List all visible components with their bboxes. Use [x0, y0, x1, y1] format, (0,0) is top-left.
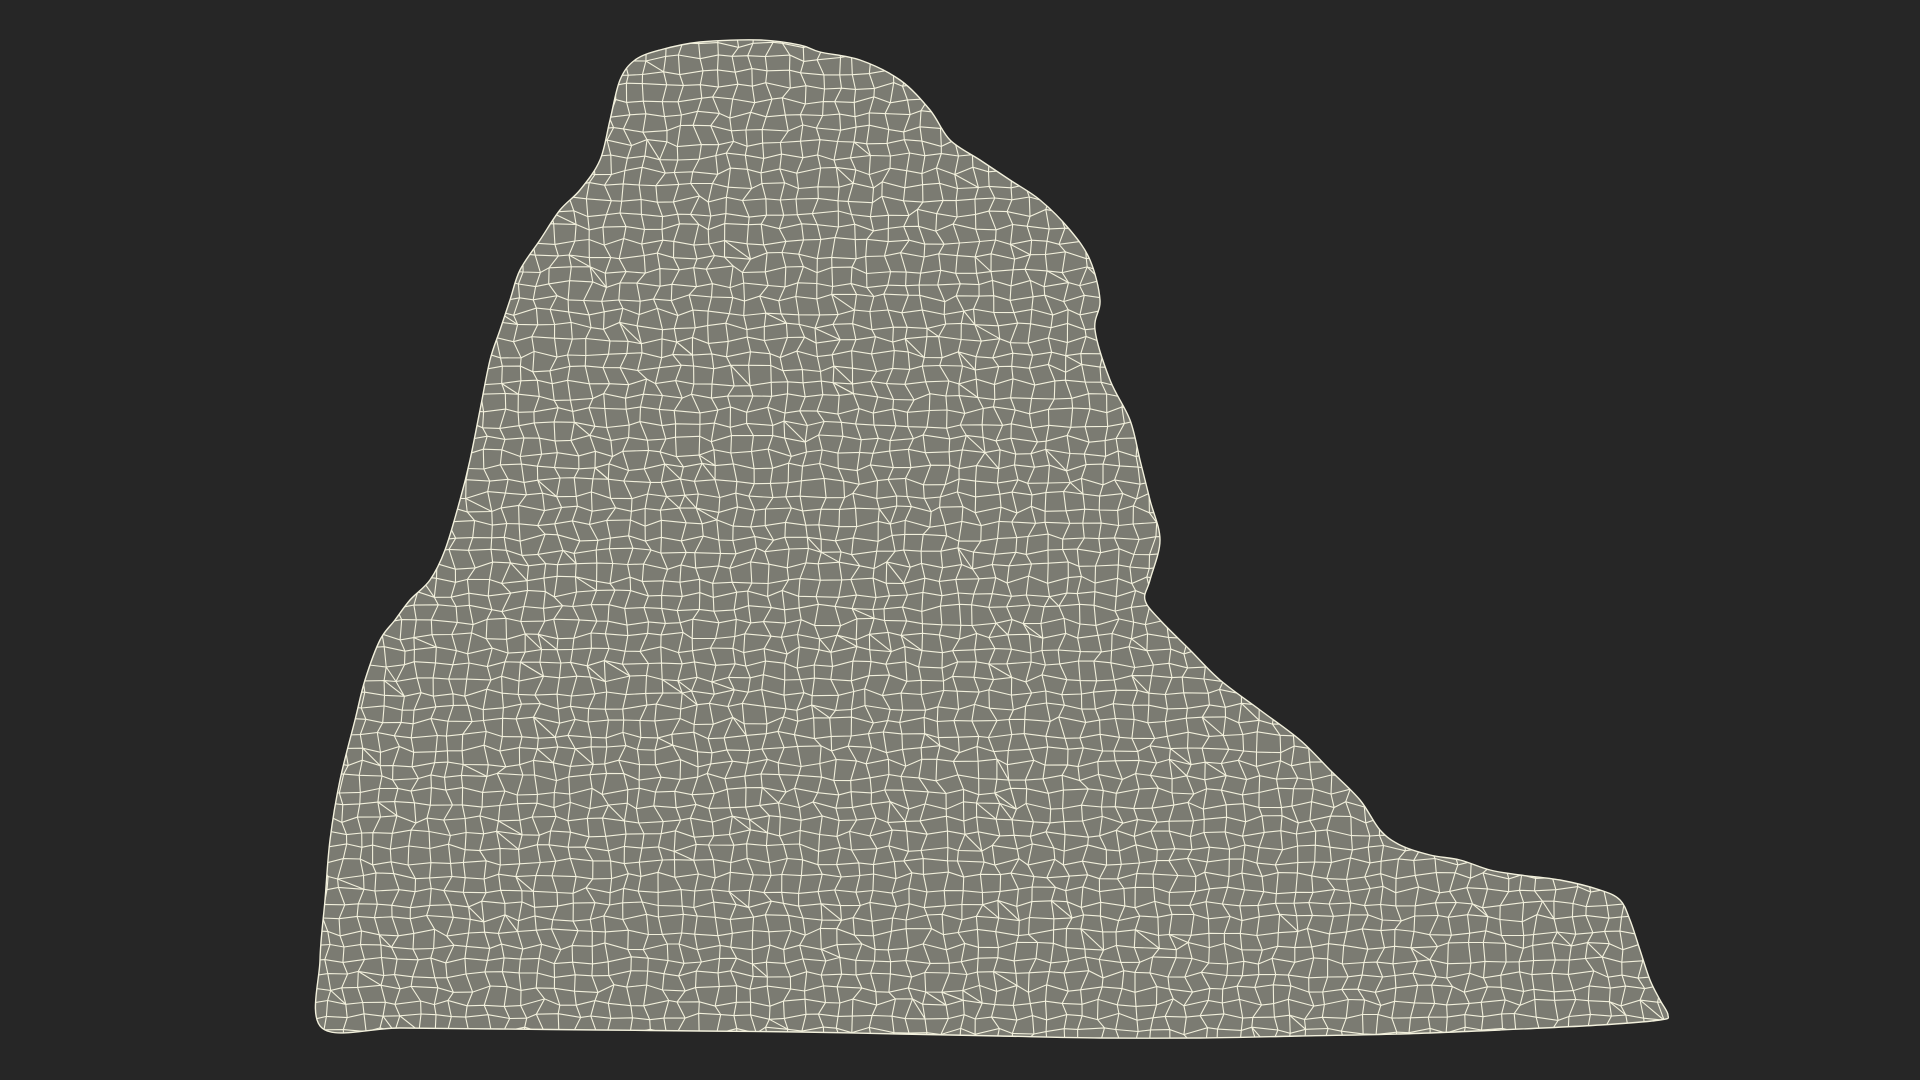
render-viewport [0, 0, 1920, 1080]
rock-mesh-render [0, 0, 1920, 1080]
